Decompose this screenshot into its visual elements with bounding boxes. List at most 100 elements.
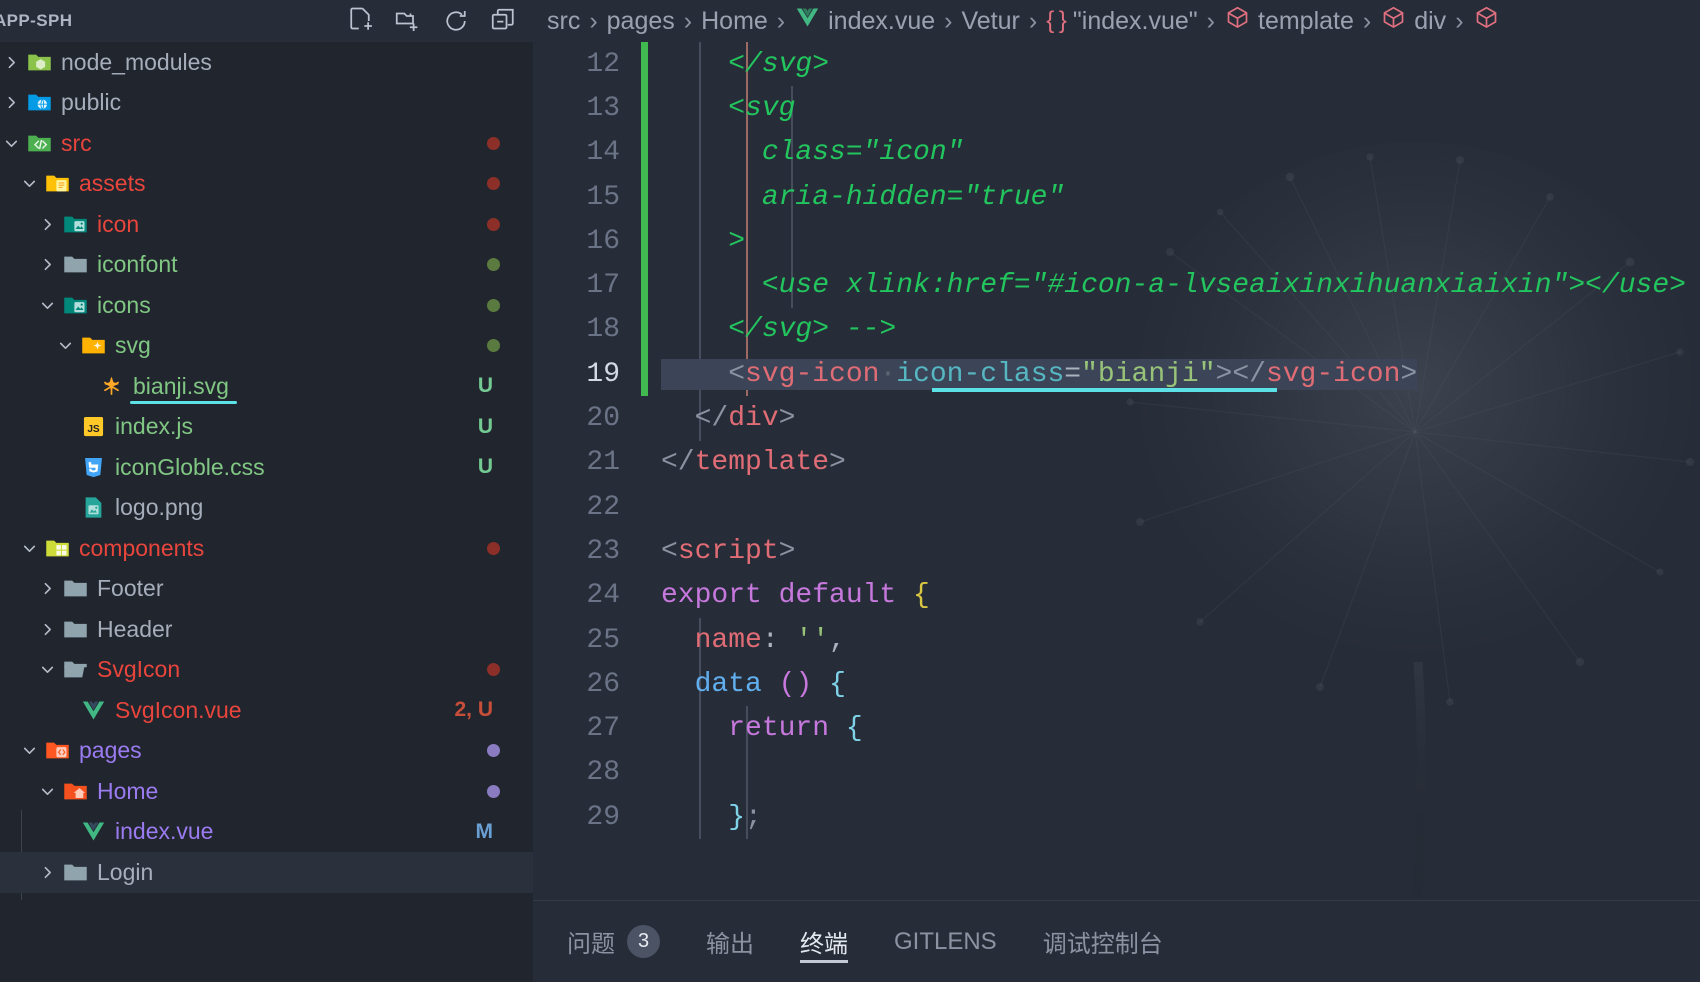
code-line-29[interactable]: 29 };: [533, 795, 1700, 840]
folder-images-icon: [58, 292, 92, 319]
collapse-all-icon[interactable]: [489, 6, 519, 36]
code-line-23[interactable]: 23 <script>: [533, 529, 1700, 573]
breadcrumb-separator: ›: [776, 6, 786, 35]
tree-item-pages[interactable]: pages: [0, 731, 533, 772]
file-explorer-tree[interactable]: node_modules public src assets icon iconfont i…: [0, 42, 533, 900]
code-token: >: [829, 447, 846, 479]
breadcrumb-item-template[interactable]: template: [1224, 4, 1354, 38]
tree-item-src[interactable]: src: [0, 123, 533, 164]
line-number: 25: [586, 624, 620, 656]
code-token: '': [795, 624, 830, 656]
code-text: </svg>: [637, 49, 829, 80]
code-line-18[interactable]: 18 </svg> -->: [533, 307, 1700, 353]
code-line-24[interactable]: 24 export default {: [533, 574, 1700, 618]
panel-tab-problems[interactable]: 问题 3: [567, 901, 660, 982]
chevron-right-icon[interactable]: [0, 94, 22, 111]
panel-tab-debug-console[interactable]: 调试控制台: [1043, 901, 1163, 982]
tree-item-index-js[interactable]: JS index.js U: [0, 407, 533, 448]
chevron-right-icon[interactable]: [36, 216, 58, 233]
tree-item-assets[interactable]: assets: [0, 164, 533, 205]
chevron-right-icon[interactable]: [36, 864, 58, 881]
code-line-25[interactable]: 25 name: '',: [533, 617, 1700, 663]
code-line-21[interactable]: 21 </template>: [533, 441, 1700, 485]
tree-item-icon[interactable]: icon: [0, 204, 533, 245]
chevron-right-icon[interactable]: [36, 621, 58, 638]
chevron-down-icon[interactable]: [36, 783, 58, 800]
line-number: 26: [586, 668, 620, 700]
breadcrumb-item-index-vue[interactable]: index.vue: [794, 4, 935, 38]
code-line-13[interactable]: 13 <svg: [533, 86, 1700, 131]
chevron-down-icon[interactable]: [18, 175, 40, 192]
chevron-down-icon[interactable]: [0, 135, 22, 152]
line-number: 12: [586, 48, 620, 80]
line-number: 29: [586, 801, 620, 833]
breadcrumb-item-vetur[interactable]: Vetur: [961, 7, 1019, 36]
panel-tab-label: 终端: [800, 931, 848, 958]
tree-item-icongloble-css[interactable]: iconGloble.css U: [0, 447, 533, 488]
tree-item-logo-png[interactable]: logo.png: [0, 488, 533, 529]
code-line-26[interactable]: 26 data () {: [533, 662, 1700, 707]
tree-item-svgicon-vue[interactable]: SvgIcon.vue 2, U: [0, 690, 533, 731]
chevron-down-icon[interactable]: [54, 337, 76, 354]
refresh-icon[interactable]: [441, 6, 471, 36]
chevron-down-icon[interactable]: [18, 540, 40, 557]
tree-item-icons[interactable]: icons: [0, 285, 533, 326]
tree-item-index-vue[interactable]: index.vue M: [0, 812, 533, 853]
code-line-16[interactable]: 16 >: [533, 219, 1700, 264]
tree-item-label: components: [79, 534, 205, 561]
tree-item-login[interactable]: Login: [0, 852, 533, 893]
git-status-badge: 2, U: [454, 698, 493, 722]
breadcrumb-item-index-vue[interactable]: { } "index.vue": [1046, 7, 1197, 36]
code-line-22[interactable]: 22: [533, 485, 1700, 529]
code-text: <script>: [637, 536, 795, 567]
code-token: return: [728, 713, 830, 745]
code-line-17[interactable]: 17 <use xlink:href="#icon-a-lvseaixinxih…: [533, 263, 1700, 308]
new-file-icon[interactable]: [345, 6, 375, 36]
tree-item-svg[interactable]: svg: [0, 326, 533, 367]
tree-item-public[interactable]: public: [0, 83, 533, 124]
chevron-down-icon[interactable]: [18, 742, 40, 759]
tree-item-bianji-svg[interactable]: bianji.svg U: [0, 366, 533, 407]
code-lines[interactable]: 12 </svg> 13 <svg 14 class="icon" 15 aria-h…: [533, 42, 1700, 840]
breadcrumb-item-div[interactable]: div: [1380, 4, 1446, 38]
tree-item-svgicon[interactable]: SvgIcon: [0, 650, 533, 691]
line-number: 15: [586, 181, 620, 213]
tree-item-header[interactable]: Header: [0, 609, 533, 650]
tree-item-iconfont[interactable]: iconfont: [0, 245, 533, 286]
chevron-right-icon[interactable]: [36, 580, 58, 597]
code-token: export default: [661, 580, 914, 612]
tree-item-label: icon: [97, 210, 140, 237]
tree-item-home[interactable]: Home: [0, 771, 533, 812]
chevron-down-icon[interactable]: [36, 297, 58, 314]
tree-item-footer[interactable]: Footer: [0, 569, 533, 610]
chevron-right-icon[interactable]: [0, 54, 22, 71]
code-editor[interactable]: 12 </svg> 13 <svg 14 class="icon" 15 aria-h…: [533, 42, 1700, 900]
breadcrumb-item-home[interactable]: Home: [701, 7, 768, 36]
code-line-28[interactable]: 28: [533, 750, 1700, 796]
code-token: >: [778, 535, 796, 567]
code-line-12[interactable]: 12 </svg>: [533, 42, 1700, 87]
breadcrumb-item-cube[interactable]: [1473, 4, 1500, 38]
vue-icon: [794, 4, 821, 38]
chevron-down-icon[interactable]: [36, 661, 58, 678]
breadcrumb-item-src[interactable]: src: [547, 7, 580, 36]
code-line-19[interactable]: 19 <svg-icon·icon-class="bianji"></svg-i…: [533, 352, 1700, 397]
tree-item-components[interactable]: components: [0, 528, 533, 569]
breadcrumb-item-pages[interactable]: pages: [607, 7, 675, 36]
code-token: >: [1400, 358, 1418, 390]
file-vue-icon: [76, 697, 110, 724]
panel-tab-output[interactable]: 输出: [706, 901, 754, 982]
code-token: div: [728, 403, 779, 435]
code-tokens: </svg>: [661, 49, 829, 80]
code-line-27[interactable]: 27 return {: [533, 706, 1700, 751]
code-line-15[interactable]: 15 aria-hidden="true": [533, 174, 1700, 220]
new-folder-icon[interactable]: [393, 6, 423, 36]
panel-tab-terminal[interactable]: 终端: [800, 901, 848, 982]
tree-item-node-modules[interactable]: node_modules: [0, 42, 533, 83]
code-line-20[interactable]: 20 </div>: [533, 396, 1700, 441]
panel-tab-gitlens[interactable]: GITLENS: [894, 901, 997, 982]
chevron-right-icon[interactable]: [36, 256, 58, 273]
code-line-14[interactable]: 14 class="icon": [533, 130, 1700, 175]
